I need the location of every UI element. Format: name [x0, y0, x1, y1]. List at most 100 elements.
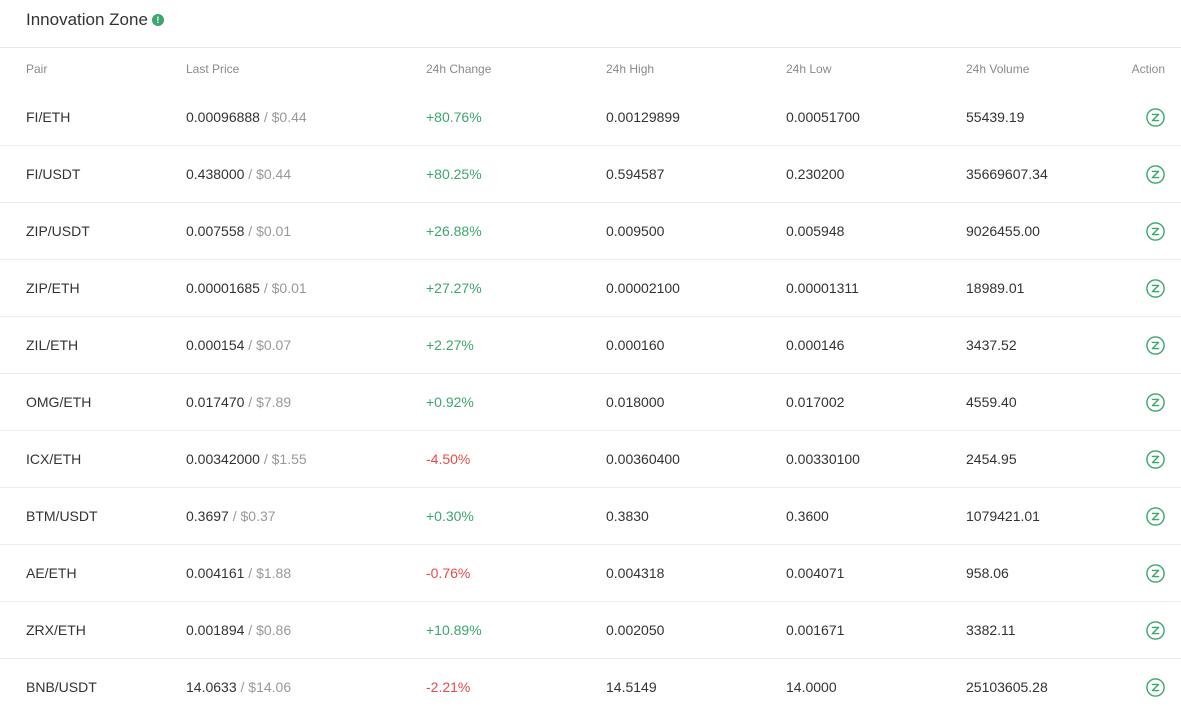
change-cell: +26.88%: [426, 223, 482, 239]
column-header-24h-change[interactable]: 24h Change: [426, 62, 491, 76]
table-row[interactable]: ZIL/ETH 0.000154 / $0.07 +2.27% 0.000160…: [0, 317, 1181, 374]
low-cell: 0.230200: [786, 166, 845, 182]
trade-icon[interactable]: [1145, 107, 1166, 128]
usd-price: / $0.37: [228, 508, 276, 524]
volume-cell: 35669607.34: [966, 166, 1048, 182]
pair-cell[interactable]: ZRX/ETH: [26, 622, 86, 638]
price-value: 0.004161: [186, 565, 245, 581]
last-price-cell: 0.00342000 / $1.55: [186, 451, 307, 467]
table-row[interactable]: FI/USDT 0.438000 / $0.44 +80.25% 0.59458…: [0, 146, 1181, 203]
change-cell: +80.25%: [426, 166, 482, 182]
last-price-cell: 0.017470 / $7.89: [186, 394, 291, 410]
low-cell: 0.00051700: [786, 109, 860, 125]
change-cell: -2.21%: [426, 679, 471, 695]
trade-icon[interactable]: [1145, 221, 1166, 242]
change-cell: +0.92%: [426, 394, 474, 410]
table-row[interactable]: BTM/USDT 0.3697 / $0.37 +0.30% 0.3830 0.…: [0, 488, 1181, 545]
table-row[interactable]: BNB/USDT 14.0633 / $14.06 -2.21% 14.5149…: [0, 659, 1181, 716]
high-cell: 0.009500: [606, 223, 665, 239]
low-cell: 0.00001311: [786, 280, 859, 296]
pair-cell[interactable]: OMG/ETH: [26, 394, 91, 410]
volume-cell: 55439.19: [966, 109, 1025, 125]
price-value: 0.438000: [186, 166, 245, 182]
column-header-24h-low[interactable]: 24h Low: [786, 62, 831, 76]
last-price-cell: 0.00001685 / $0.01: [186, 280, 307, 296]
pair-cell[interactable]: ZIP/USDT: [26, 223, 90, 239]
pair-cell[interactable]: BNB/USDT: [26, 679, 97, 695]
page-header: Innovation Zone!: [0, 0, 1181, 48]
high-cell: 0.002050: [606, 622, 665, 638]
trade-icon[interactable]: [1145, 278, 1166, 299]
low-cell: 0.001671: [786, 622, 845, 638]
trade-icon[interactable]: [1145, 677, 1166, 698]
pair-cell[interactable]: BTM/USDT: [26, 508, 98, 524]
price-value: 0.3697: [186, 508, 229, 524]
last-price-cell: 0.00096888 / $0.44: [186, 109, 307, 125]
high-cell: 14.5149: [606, 679, 657, 695]
trade-icon[interactable]: [1145, 335, 1166, 356]
high-cell: 0.004318: [606, 565, 665, 581]
usd-price: / $1.88: [244, 565, 292, 581]
usd-price: / $0.86: [244, 622, 292, 638]
volume-cell: 3437.52: [966, 337, 1017, 353]
table-row[interactable]: AE/ETH 0.004161 / $1.88 -0.76% 0.004318 …: [0, 545, 1181, 602]
volume-cell: 4559.40: [966, 394, 1017, 410]
price-value: 0.007558: [186, 223, 245, 239]
table-row[interactable]: ICX/ETH 0.00342000 / $1.55 -4.50% 0.0036…: [0, 431, 1181, 488]
trade-icon[interactable]: [1145, 164, 1166, 185]
price-value: 0.000154: [186, 337, 245, 353]
column-header-24h-high[interactable]: 24h High: [606, 62, 654, 76]
last-price-cell: 0.007558 / $0.01: [186, 223, 291, 239]
low-cell: 0.004071: [786, 565, 845, 581]
trade-icon[interactable]: [1145, 506, 1166, 527]
high-cell: 0.00129899: [606, 109, 680, 125]
high-cell: 0.000160: [606, 337, 665, 353]
low-cell: 14.0000: [786, 679, 837, 695]
table-row[interactable]: ZIP/USDT 0.007558 / $0.01 +26.88% 0.0095…: [0, 203, 1181, 260]
trade-icon[interactable]: [1145, 449, 1166, 470]
table-row[interactable]: OMG/ETH 0.017470 / $7.89 +0.92% 0.018000…: [0, 374, 1181, 431]
page-title: Innovation Zone!: [26, 10, 164, 30]
change-cell: -4.50%: [426, 451, 471, 467]
pair-cell[interactable]: ICX/ETH: [26, 451, 81, 467]
low-cell: 0.3600: [786, 508, 829, 524]
table-row[interactable]: ZIP/ETH 0.00001685 / $0.01 +27.27% 0.000…: [0, 260, 1181, 317]
volume-cell: 3382.11: [966, 622, 1016, 638]
trade-icon[interactable]: [1145, 563, 1166, 584]
usd-price: / $0.01: [244, 223, 292, 239]
column-header-last-price[interactable]: Last Price: [186, 62, 239, 76]
volume-cell: 1079421.01: [966, 508, 1040, 524]
high-cell: 0.00360400: [606, 451, 680, 467]
change-cell: +0.30%: [426, 508, 474, 524]
last-price-cell: 0.3697 / $0.37: [186, 508, 276, 524]
usd-price: / $1.55: [259, 451, 307, 467]
price-value: 0.001894: [186, 622, 245, 638]
trade-icon[interactable]: [1145, 392, 1166, 413]
high-cell: 0.00002100: [606, 280, 680, 296]
pair-cell[interactable]: ZIP/ETH: [26, 280, 80, 296]
last-price-cell: 0.001894 / $0.86: [186, 622, 291, 638]
table-row[interactable]: ZRX/ETH 0.001894 / $0.86 +10.89% 0.00205…: [0, 602, 1181, 659]
info-icon[interactable]: !: [151, 13, 164, 26]
pair-cell[interactable]: AE/ETH: [26, 565, 77, 581]
pair-cell[interactable]: FI/ETH: [26, 109, 70, 125]
price-value: 0.00096888: [186, 109, 260, 125]
pair-cell[interactable]: FI/USDT: [26, 166, 80, 182]
trade-icon[interactable]: [1145, 620, 1166, 641]
table-row[interactable]: FI/ETH 0.00096888 / $0.44 +80.76% 0.0012…: [0, 89, 1181, 146]
pair-cell[interactable]: ZIL/ETH: [26, 337, 78, 353]
change-cell: +10.89%: [426, 622, 482, 638]
volume-cell: 18989.01: [966, 280, 1025, 296]
low-cell: 0.000146: [786, 337, 845, 353]
column-header-action: Action: [1131, 62, 1165, 76]
high-cell: 0.018000: [606, 394, 665, 410]
low-cell: 0.017002: [786, 394, 845, 410]
column-header-24h-volume[interactable]: 24h Volume: [966, 62, 1029, 76]
table-header: Pair Last Price 24h Change 24h High 24h …: [0, 48, 1181, 89]
last-price-cell: 0.438000 / $0.44: [186, 166, 291, 182]
price-value: 0.00342000: [186, 451, 260, 467]
volume-cell: 25103605.28: [966, 679, 1048, 695]
column-header-pair[interactable]: Pair: [26, 62, 47, 76]
price-value: 0.017470: [186, 394, 245, 410]
volume-cell: 9026455.00: [966, 223, 1040, 239]
